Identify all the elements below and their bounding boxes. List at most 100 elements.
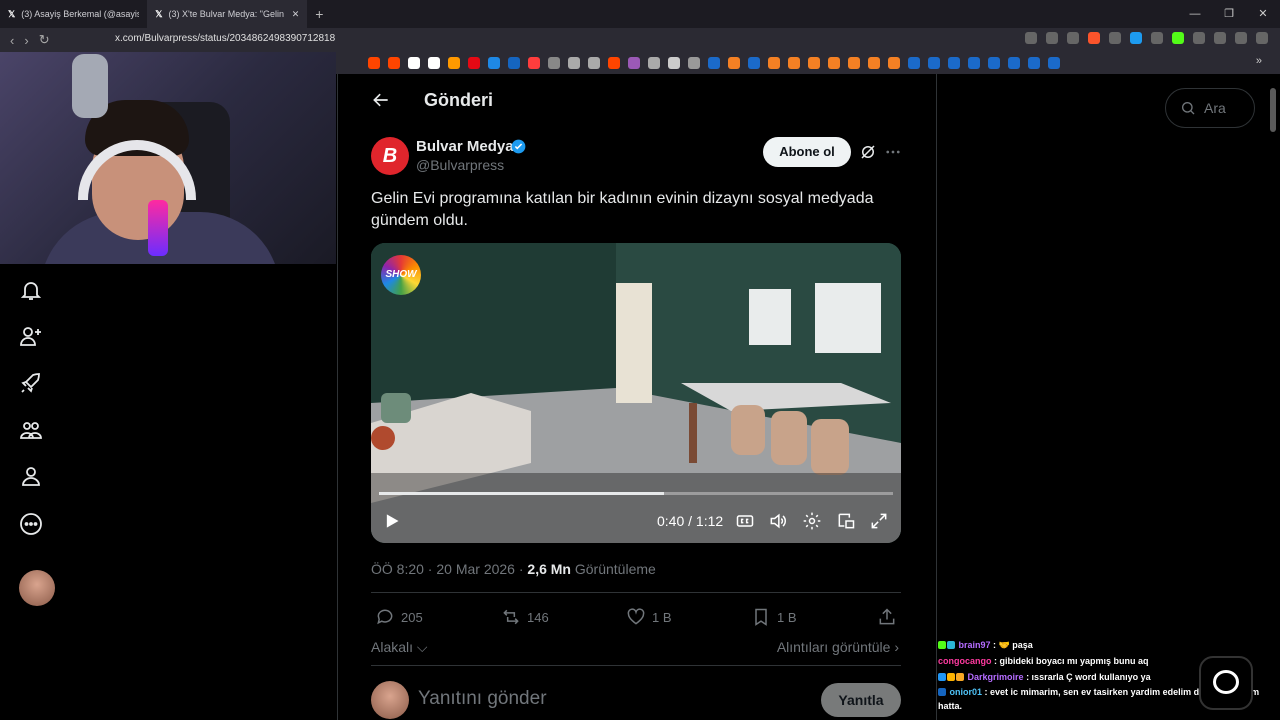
post-timestamp[interactable]: ÖÖ 8:20 · 20 Mar 2026 ·: [371, 561, 527, 577]
account-avatar[interactable]: [19, 570, 55, 606]
related-dropdown[interactable]: Alakalı ⌵: [371, 639, 428, 656]
extension-icon[interactable]: [1025, 32, 1037, 44]
bookmark-icon[interactable]: [868, 57, 880, 69]
extension-icon[interactable]: [1130, 32, 1142, 44]
bookmark-icon[interactable]: [768, 57, 780, 69]
bookmark-icon[interactable]: [908, 57, 920, 69]
bookmark-icon[interactable]: [508, 57, 520, 69]
subscribe-button[interactable]: Abone ol: [763, 137, 851, 167]
bookmark-icon[interactable]: [668, 57, 680, 69]
repost-action[interactable]: 146: [501, 607, 549, 627]
captions-icon[interactable]: [735, 511, 755, 531]
bookmark-icon[interactable]: [528, 57, 540, 69]
view-quotes-link[interactable]: Alıntıları görüntüle ›: [777, 639, 899, 655]
bookmark-icon[interactable]: [368, 57, 380, 69]
extension-icon[interactable]: [1109, 32, 1121, 44]
chat-bubble-icon[interactable]: [1199, 656, 1253, 710]
bookmark-icon[interactable]: [708, 57, 720, 69]
rocket-icon[interactable]: [19, 371, 43, 395]
extension-icon[interactable]: [1172, 32, 1184, 44]
settings-gear-icon[interactable]: [802, 511, 822, 531]
extensions-icon[interactable]: [1193, 32, 1205, 44]
browser-tab-active[interactable]: 𝕏 (3) X'te Bulvar Medya: "Gelin Evi prog…: [147, 0, 308, 28]
bookmark-icon[interactable]: [628, 57, 640, 69]
sidebar-toggle-icon[interactable]: [1214, 32, 1226, 44]
extension-icon[interactable]: [1046, 32, 1058, 44]
reload-icon[interactable]: ↻: [39, 32, 50, 48]
bookmark-icon[interactable]: [448, 57, 460, 69]
add-person-icon[interactable]: [19, 324, 43, 348]
webcam-overlay: [0, 52, 336, 264]
media-icon[interactable]: [1235, 32, 1247, 44]
bookmark-icon[interactable]: [488, 57, 500, 69]
reply-input[interactable]: Yanıtını gönder: [418, 688, 547, 710]
profile-icon[interactable]: [19, 464, 43, 488]
volume-icon[interactable]: [768, 511, 788, 531]
bookmark-icon[interactable]: [888, 57, 900, 69]
author-name[interactable]: Bulvar Medya: [416, 138, 514, 155]
search-placeholder: Ara: [1204, 100, 1226, 116]
video-player[interactable]: SHOW 0:40 / 1:12: [371, 243, 901, 543]
bookmark-icon[interactable]: [588, 57, 600, 69]
communities-icon[interactable]: [19, 418, 43, 442]
bookmark-icon[interactable]: [608, 57, 620, 69]
bell-icon[interactable]: [19, 278, 43, 302]
author-handle[interactable]: @Bulvarpress: [416, 157, 504, 173]
repost-icon: [503, 609, 519, 625]
forward-nav-icon[interactable]: ›: [24, 33, 28, 48]
video-progress-bar[interactable]: [379, 492, 893, 495]
maximize-button[interactable]: ❐: [1212, 0, 1246, 28]
grok-icon[interactable]: [859, 143, 877, 161]
bookmark-action[interactable]: 1 B: [751, 607, 797, 627]
bookmark-icon[interactable]: [968, 57, 980, 69]
share-action[interactable]: [877, 607, 897, 627]
folder-icon[interactable]: [688, 57, 700, 69]
more-circle-icon[interactable]: [19, 512, 43, 536]
bookmarks-overflow-icon[interactable]: »: [1256, 55, 1262, 67]
chat-text: : ıssrarla Ç word kullanıyo ya: [1026, 672, 1151, 682]
browser-tab[interactable]: 𝕏 (3) Asayiş Berkemal (@asayisberkemal): [0, 0, 147, 28]
bookmark-icon[interactable]: [428, 57, 440, 69]
bookmark-icon[interactable]: [808, 57, 820, 69]
play-icon[interactable]: [381, 511, 401, 531]
more-options-icon[interactable]: [884, 143, 902, 161]
minimize-button[interactable]: —: [1178, 0, 1212, 28]
bookmark-icon[interactable]: [648, 57, 660, 69]
bookmark-icon[interactable]: [748, 57, 760, 69]
author-avatar[interactable]: B: [371, 137, 409, 175]
back-nav-icon[interactable]: ‹: [10, 33, 14, 48]
bookmark-icon[interactable]: [1048, 57, 1060, 69]
search-icon: [1182, 102, 1195, 115]
new-tab-button[interactable]: +: [307, 6, 331, 22]
bookmark-icon[interactable]: [948, 57, 960, 69]
extension-icon[interactable]: [1067, 32, 1079, 44]
close-window-button[interactable]: ✕: [1246, 0, 1280, 28]
bookmark-icon[interactable]: [468, 57, 480, 69]
reply-button[interactable]: Yanıtla: [821, 683, 901, 717]
bookmark-icon[interactable]: [728, 57, 740, 69]
picture-in-picture-icon[interactable]: [836, 511, 856, 531]
bookmark-icon[interactable]: [568, 57, 580, 69]
url-field[interactable]: x.com/Bulvarpress/status/203486249839071…: [115, 33, 335, 44]
back-arrow-icon[interactable]: [371, 90, 391, 110]
bookmark-icon[interactable]: [788, 57, 800, 69]
bookmark-icon[interactable]: [408, 57, 420, 69]
reply-action[interactable]: 205: [375, 607, 423, 627]
extension-icon[interactable]: [1151, 32, 1163, 44]
bookmark-icon[interactable]: [388, 57, 400, 69]
scrollbar[interactable]: [1270, 88, 1276, 132]
brave-shield-icon[interactable]: [1088, 32, 1100, 44]
fullscreen-icon[interactable]: [869, 511, 889, 531]
bookmark-icon[interactable]: [1008, 57, 1020, 69]
bookmark-icon[interactable]: [848, 57, 860, 69]
page-title: Gönderi: [424, 90, 494, 110]
bookmark-icon[interactable]: [928, 57, 940, 69]
menu-icon[interactable]: [1256, 32, 1268, 44]
search-input[interactable]: Ara: [1165, 88, 1255, 128]
bookmark-icon[interactable]: [828, 57, 840, 69]
bookmark-icon[interactable]: [548, 57, 560, 69]
like-action[interactable]: 1 B: [626, 607, 672, 627]
bookmark-icon[interactable]: [1028, 57, 1040, 69]
bookmark-icon[interactable]: [988, 57, 1000, 69]
close-tab-icon[interactable]: ✕: [292, 9, 300, 20]
